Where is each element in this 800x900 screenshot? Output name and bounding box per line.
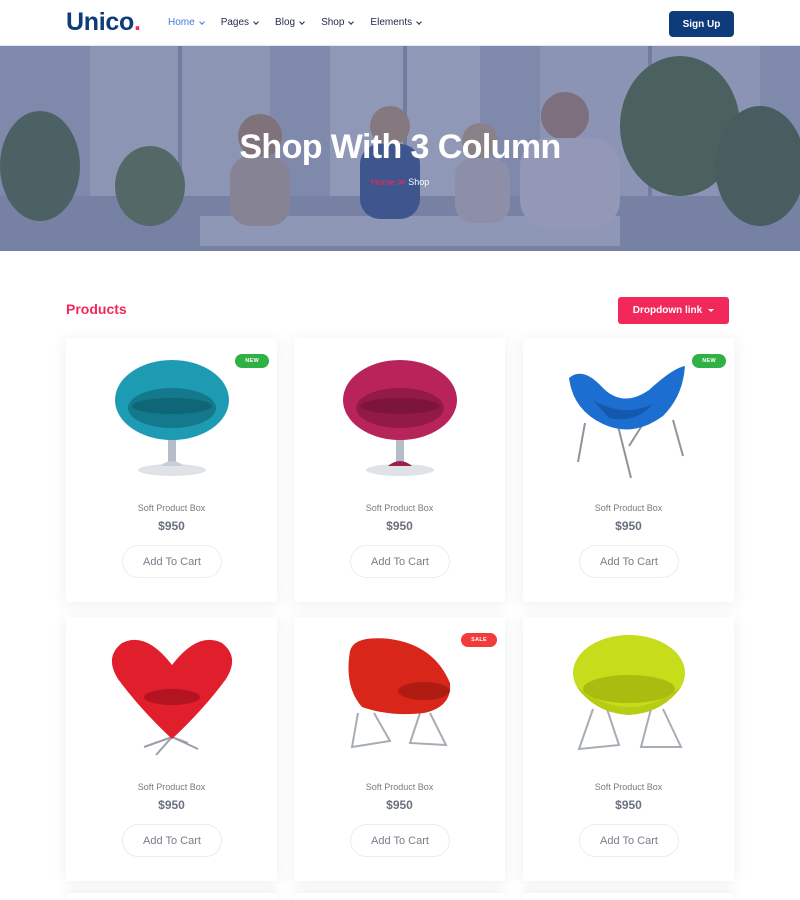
breadcrumb-current: Shop <box>408 177 430 187</box>
product-card-partial[interactable] <box>523 893 734 900</box>
new-badge: NEW <box>235 354 269 368</box>
products-heading: Products <box>66 301 127 317</box>
product-card[interactable]: NEW Soft Product Box $950 Add To Cart <box>523 338 734 602</box>
product-name[interactable]: Soft Product Box <box>66 782 277 792</box>
add-to-cart-button[interactable]: Add To Cart <box>350 824 450 857</box>
logo[interactable]: Unico. <box>66 8 141 37</box>
chevron-down-icon <box>416 18 422 25</box>
product-card-partial[interactable] <box>66 893 277 900</box>
add-to-cart-button[interactable]: Add To Cart <box>579 545 679 578</box>
dropdown-label: Dropdown link <box>632 305 703 316</box>
product-price: $950 <box>615 519 642 533</box>
nav-item-shop[interactable]: Shop <box>321 17 355 28</box>
sign-up-button[interactable]: Sign Up <box>669 11 734 37</box>
main-nav: Home Pages Blog Shop Elements <box>168 17 422 28</box>
add-to-cart-button[interactable]: Add To Cart <box>350 545 450 578</box>
nav-item-pages[interactable]: Pages <box>220 17 259 28</box>
chevron-down-icon <box>253 18 259 25</box>
nav-label-home: Home <box>168 17 195 28</box>
nav-label-blog: Blog <box>275 17 296 28</box>
breadcrumb: Home ≫ Shop <box>0 177 800 188</box>
product-card[interactable]: Soft Product Box $950 Add To Cart <box>294 338 505 602</box>
site-header: Unico. Home Pages Blog Shop Elements Sig… <box>0 0 800 46</box>
breadcrumb-separator-icon: ≫ <box>396 177 407 187</box>
caret-down-icon <box>708 309 715 312</box>
product-price: $950 <box>615 798 642 812</box>
product-price: $950 <box>158 798 185 812</box>
product-card-partial[interactable] <box>294 893 505 900</box>
product-name[interactable]: Soft Product Box <box>66 503 277 513</box>
product-name[interactable]: Soft Product Box <box>294 782 505 792</box>
product-card[interactable]: SALE Soft Product Box $950 Add To Cart <box>294 617 505 881</box>
product-price: $950 <box>386 519 413 533</box>
sale-badge: SALE <box>461 633 497 647</box>
breadcrumb-home-link[interactable]: Home <box>371 177 395 187</box>
product-card[interactable]: Soft Product Box $950 Add To Cart <box>523 617 734 881</box>
nav-label-pages: Pages <box>220 17 250 28</box>
add-to-cart-button[interactable]: Add To Cart <box>122 824 222 857</box>
nav-item-blog[interactable]: Blog <box>275 17 305 28</box>
page-title: Shop With 3 Column <box>239 128 561 166</box>
product-name[interactable]: Soft Product Box <box>294 503 505 513</box>
product-price: $950 <box>386 798 413 812</box>
product-price: $950 <box>158 519 185 533</box>
hero-banner: Shop With 3 Column Home ≫ Shop <box>0 46 800 251</box>
product-card[interactable]: NEW Soft Product Box $950 Add To Cart <box>66 338 277 602</box>
product-name[interactable]: Soft Product Box <box>523 782 734 792</box>
sort-dropdown-button[interactable]: Dropdown link <box>618 297 729 324</box>
chair-image <box>573 635 685 751</box>
chevron-down-icon <box>348 18 355 25</box>
nav-item-elements[interactable]: Elements <box>370 17 422 28</box>
product-name[interactable]: Soft Product Box <box>523 503 734 513</box>
add-to-cart-button[interactable]: Add To Cart <box>122 545 222 578</box>
chevron-down-icon <box>198 18 205 25</box>
nav-label-elements: Elements <box>370 17 413 28</box>
nav-item-home[interactable]: Home <box>168 17 205 28</box>
chevron-down-icon <box>299 18 305 25</box>
add-to-cart-button[interactable]: Add To Cart <box>579 824 679 857</box>
logo-text: Unico <box>66 8 134 36</box>
new-badge: NEW <box>692 354 726 368</box>
chair-image <box>343 360 457 476</box>
product-card[interactable]: Soft Product Box $950 Add To Cart <box>66 617 277 881</box>
logo-dot: . <box>133 8 141 36</box>
nav-label-shop: Shop <box>321 17 345 28</box>
chair-image <box>111 639 233 756</box>
